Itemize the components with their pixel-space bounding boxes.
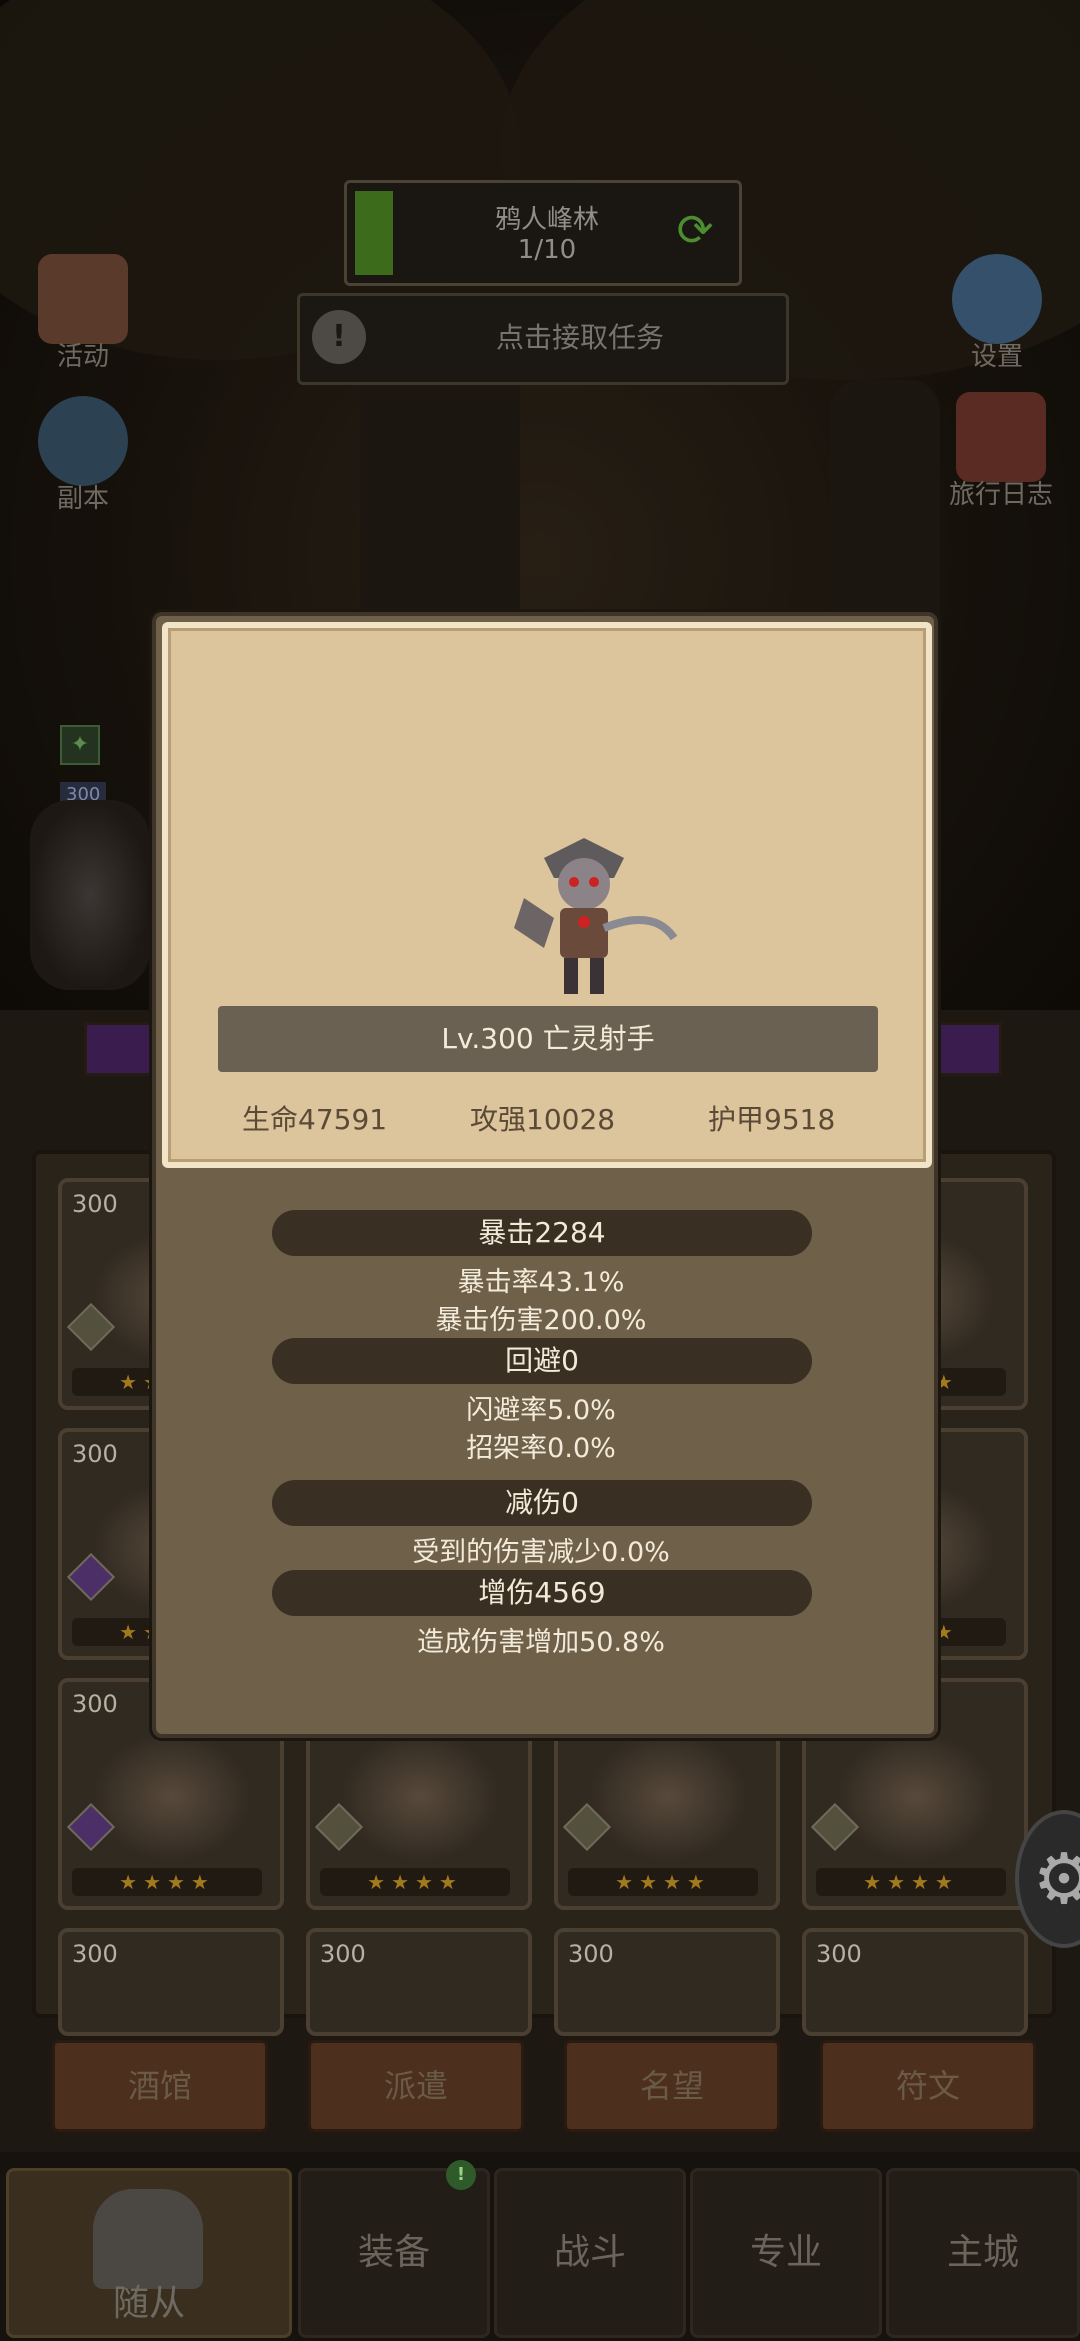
follower-name: Lv.300 亡灵射手 — [218, 1006, 878, 1072]
stat-parry-rate: 招架率0.0% — [466, 1433, 616, 1464]
stat-damage-increase: 增伤4569 — [272, 1570, 812, 1616]
follower-detail-modal: Lv.300 亡灵射手 生命47591 攻强10028 护甲9518 暴击228… — [152, 612, 938, 1738]
task-label: 点击接取任务 — [495, 321, 664, 354]
quest-count: 1/10 — [517, 235, 577, 265]
activity-button[interactable]: 活动 — [28, 254, 138, 373]
notification-badge: ! — [446, 2160, 476, 2190]
dungeon-portal-icon — [38, 396, 128, 486]
hero-sprite — [30, 800, 150, 990]
tab-runes[interactable]: 符文 — [820, 2040, 1036, 2132]
nav-battle[interactable]: 战斗 — [494, 2168, 686, 2338]
stat-damage-increase-desc: 造成伤害增加50.8% — [417, 1627, 665, 1658]
follower-portrait — [92, 1732, 252, 1862]
gear-icon — [952, 254, 1042, 344]
star-rating: ★★★★ — [816, 1868, 1006, 1896]
travel-log-button[interactable]: 旅行日志 — [936, 392, 1066, 511]
activity-scroll-icon — [38, 254, 128, 344]
accept-task-button[interactable]: ! 点击接取任务 — [297, 293, 789, 385]
card-level: 300 — [816, 1940, 862, 1968]
stat-dodge-rate: 闪避率5.0% — [466, 1395, 616, 1426]
follower-card[interactable]: 300 — [554, 1928, 780, 2036]
settings-button[interactable]: 设置 — [942, 254, 1052, 373]
travel-log-label: 旅行日志 — [948, 480, 1053, 510]
star-rating: ★★★★ — [568, 1868, 758, 1896]
stat-damage-reduction-desc: 受到的伤害减少0.0% — [412, 1537, 670, 1568]
follower-card[interactable]: 300 — [306, 1928, 532, 2036]
sub-tabs: 酒馆 派遣 名望 符文 — [0, 2040, 1080, 2140]
stat-crit: 暴击2284 — [272, 1210, 812, 1256]
star-rating: ★★★★ — [320, 1868, 510, 1896]
follower-card[interactable]: 300 — [58, 1928, 284, 2036]
follower-portrait — [588, 1732, 748, 1862]
alert-icon: ! — [312, 310, 366, 364]
stat-crit-damage: 暴击伤害200.0% — [435, 1305, 647, 1336]
follower-portrait — [836, 1732, 996, 1862]
helmet-icon — [93, 2189, 203, 2289]
stat-crit-rate: 暴击率43.1% — [457, 1267, 625, 1298]
travel-log-book-icon — [956, 392, 1046, 482]
card-level: 300 — [72, 1190, 118, 1218]
dungeon-label: 副本 — [56, 484, 109, 514]
tab-dispatch[interactable]: 派遣 — [308, 2040, 524, 2132]
quest-progress-panel[interactable]: 鸦人峰林 1/10 ⟳ — [344, 180, 742, 286]
card-level: 300 — [72, 1440, 118, 1468]
settings-label: 设置 — [970, 342, 1023, 372]
dungeon-button[interactable]: 副本 — [28, 396, 138, 515]
stat-damage-reduction: 减伤0 — [272, 1480, 812, 1526]
stat-attack: 攻强10028 — [470, 1103, 616, 1136]
quest-name: 鸦人峰林 — [494, 205, 599, 235]
nav-equipment[interactable]: 装备 — [298, 2168, 490, 2338]
card-level: 300 — [72, 1940, 118, 1968]
tab-reputation[interactable]: 名望 — [564, 2040, 780, 2132]
follower-card[interactable]: 300 — [802, 1928, 1028, 2036]
follower-portrait — [340, 1732, 500, 1862]
bottom-nav: 随从 装备 战斗 专业 主城 — [0, 2152, 1080, 2341]
portrait-panel: Lv.300 亡灵射手 生命47591 攻强10028 护甲9518 — [162, 622, 932, 1168]
card-level: 300 — [320, 1940, 366, 1968]
activity-label: 活动 — [56, 342, 109, 372]
refresh-icon[interactable]: ⟳ — [671, 207, 719, 255]
quest-progress-bar — [355, 191, 393, 275]
nav-followers-label: 随从 — [112, 2283, 185, 2324]
nav-main-city[interactable]: 主城 — [886, 2168, 1080, 2338]
nav-followers[interactable]: 随从 — [6, 2168, 292, 2338]
tab-tavern[interactable]: 酒馆 — [52, 2040, 268, 2132]
undead-archer-sprite — [514, 838, 678, 994]
hero-skill-icon: ✦ — [60, 725, 100, 765]
stat-evade: 回避0 — [272, 1338, 812, 1384]
star-rating: ★★★★ — [72, 1868, 262, 1896]
exp-bar-left — [84, 1022, 160, 1076]
card-level: 300 — [72, 1690, 118, 1718]
stat-hp: 生命47591 — [242, 1103, 388, 1136]
stat-armor: 护甲9518 — [708, 1103, 836, 1136]
nav-profession[interactable]: 专业 — [690, 2168, 882, 2338]
secondary-stats: 暴击2284 暴击率43.1% 暴击伤害200.0% 回避0 闪避率5.0% 招… — [156, 1164, 926, 1724]
card-level: 300 — [568, 1940, 614, 1968]
